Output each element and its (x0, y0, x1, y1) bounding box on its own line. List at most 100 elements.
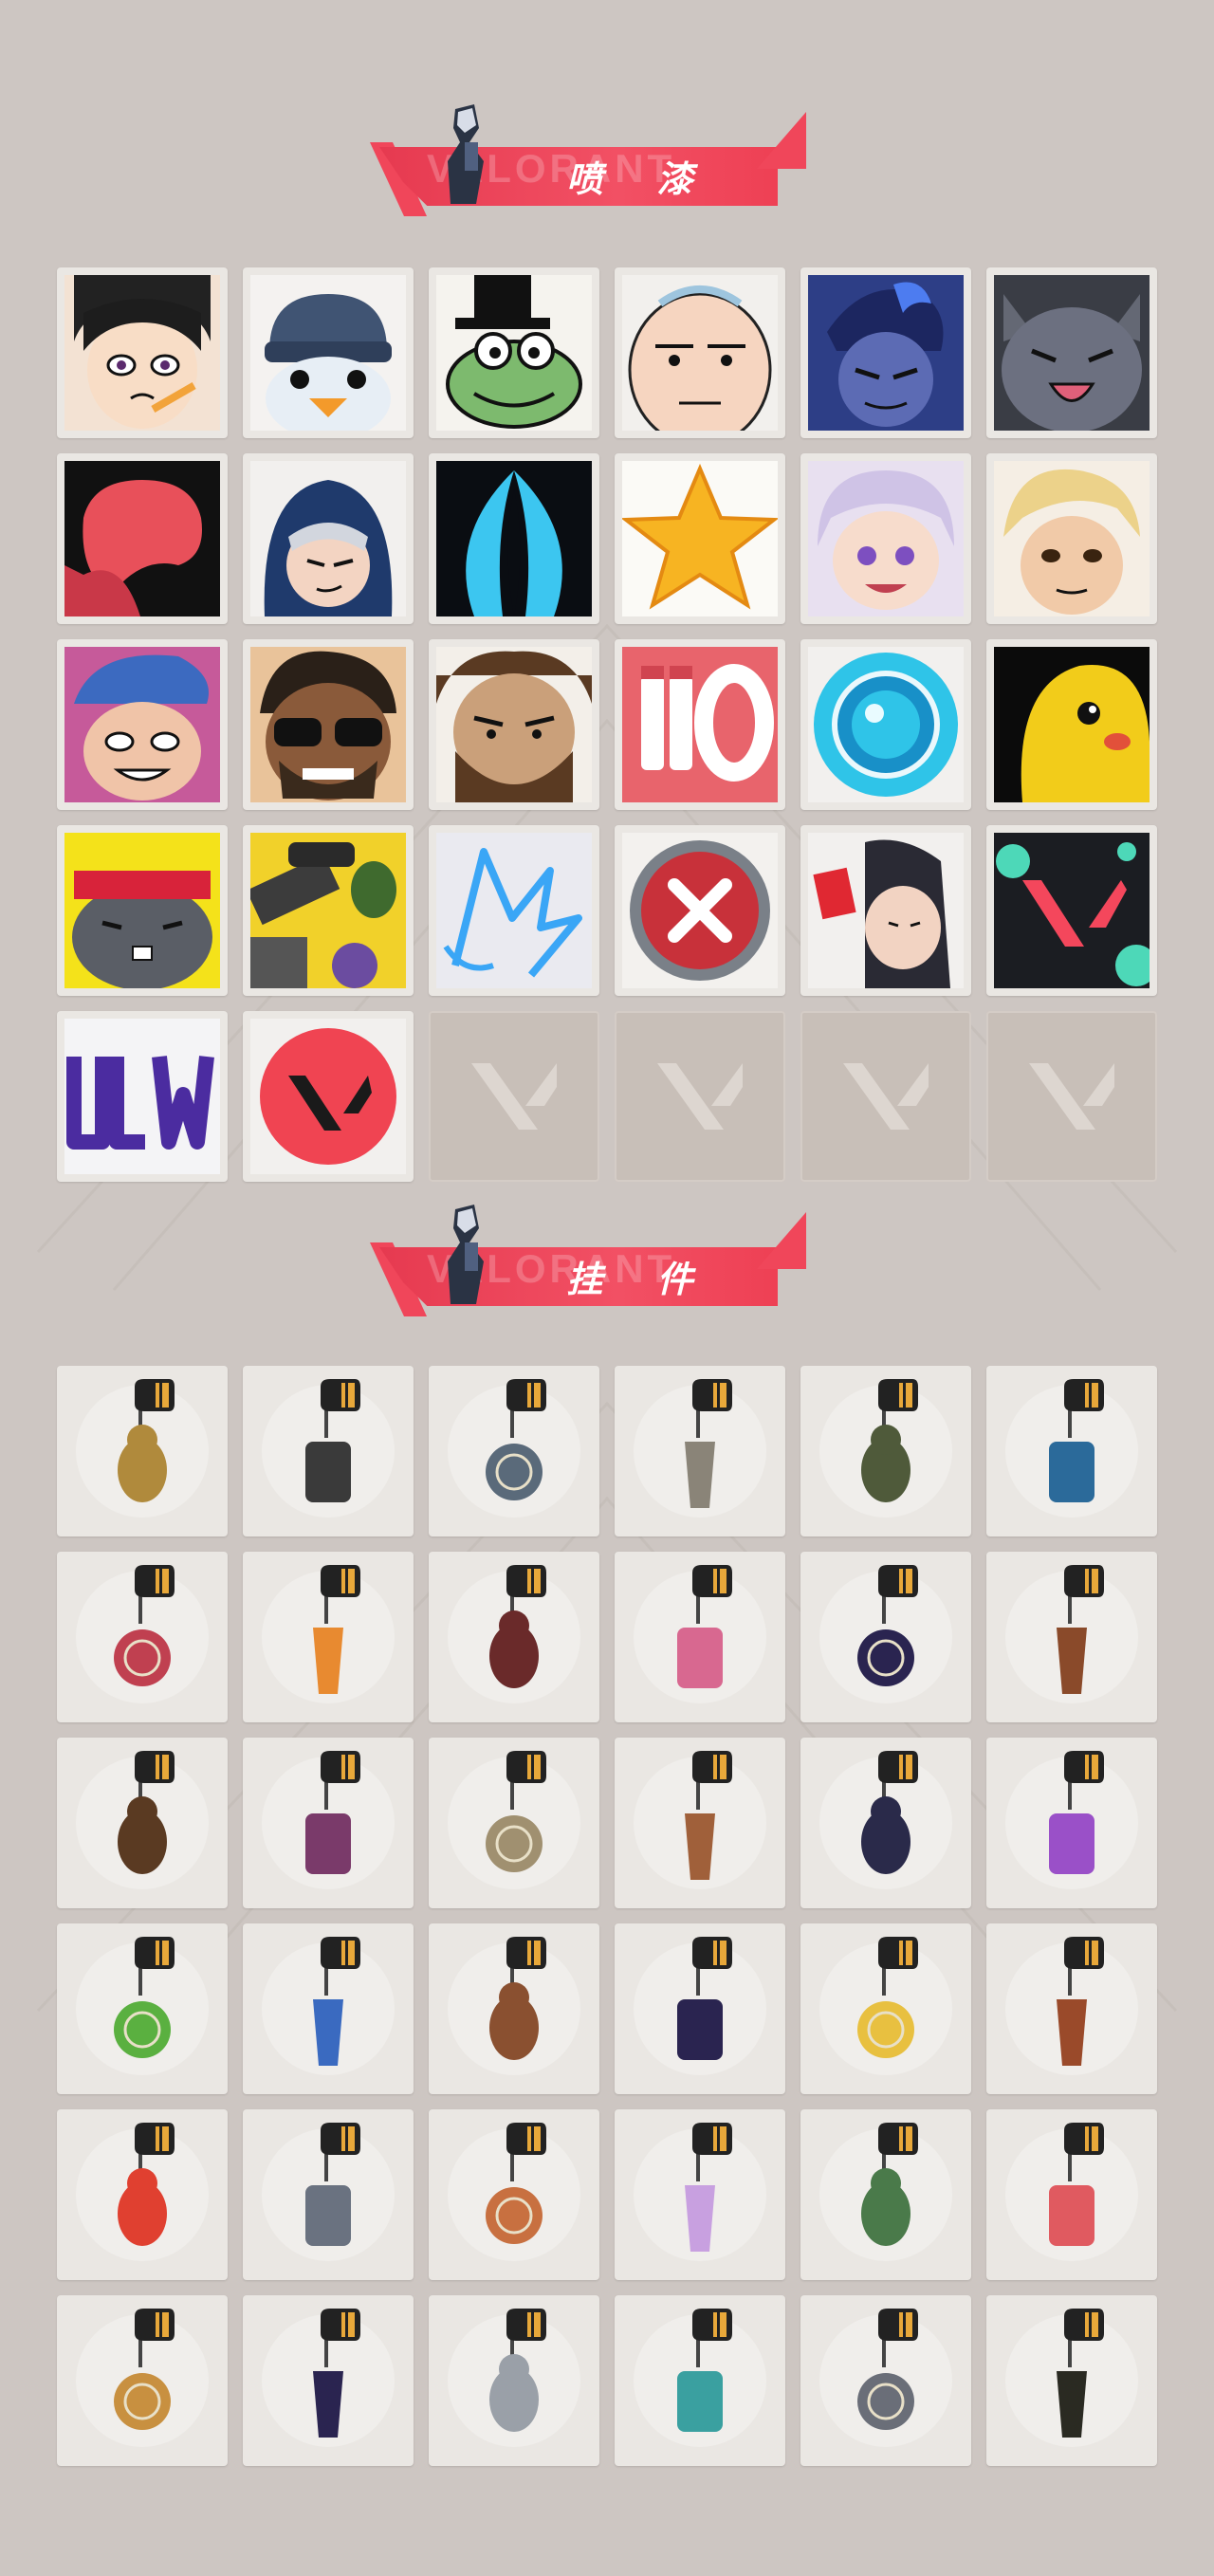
buddy-tile[interactable] (800, 1923, 971, 2094)
buddy-honey-pot-icon (114, 2309, 175, 2430)
buddy-radio-icon (489, 1937, 546, 2060)
buddy-tile[interactable] (615, 1738, 785, 1908)
spray-tile[interactable] (429, 639, 599, 810)
buddy-tile[interactable] (243, 2109, 414, 2280)
buddy-tile[interactable] (986, 2109, 1157, 2280)
buddy-tile[interactable] (57, 1552, 228, 1722)
buddy-tile[interactable] (615, 2295, 785, 2466)
buddy-grid (57, 1366, 1157, 2466)
buddy-gold-bear-icon (118, 1379, 175, 1502)
buddy-cupcake-icon (677, 1565, 732, 1688)
spray-neon-crown-icon (436, 833, 592, 988)
empty-spray-slot[interactable] (429, 1011, 599, 1182)
buddy-crystal-girl-icon (685, 2123, 732, 2252)
buddy-tile[interactable] (429, 1552, 599, 1722)
buddy-tile[interactable] (243, 1552, 414, 1722)
buddy-ufo-icon (677, 2309, 732, 2432)
buddy-tile[interactable] (243, 1923, 414, 2094)
spray-penguin-beanie-icon (250, 275, 406, 431)
spray-tile[interactable] (57, 453, 228, 624)
spray-red-card-agent-icon (808, 833, 964, 988)
spray-tile[interactable] (800, 825, 971, 996)
spray-tile[interactable] (615, 639, 785, 810)
buddy-fruit-skewer-icon (118, 2123, 175, 2246)
spray-blue-flame-icon (436, 461, 592, 616)
spray-tile[interactable] (615, 453, 785, 624)
spray-tile[interactable] (986, 825, 1157, 996)
spray-tile[interactable] (57, 639, 228, 810)
buddy-tile[interactable] (986, 1366, 1157, 1536)
buddy-tile[interactable] (57, 2295, 228, 2466)
valorant-logo-icon (471, 1063, 557, 1130)
buddy-tile[interactable] (429, 2295, 599, 2466)
spray-tile[interactable] (800, 453, 971, 624)
empty-spray-slot[interactable] (800, 1011, 971, 1182)
buddy-tile[interactable] (243, 1366, 414, 1536)
buddy-tile[interactable] (57, 1366, 228, 1536)
spray-tile[interactable] (243, 1011, 414, 1182)
spray-tile[interactable] (429, 453, 599, 624)
buddy-ink-figure-icon (861, 1751, 918, 1874)
buddy-spiked-sword-icon (114, 1565, 175, 1686)
spray-tile[interactable] (243, 267, 414, 438)
spray-tile[interactable] (243, 639, 414, 810)
buddy-tile[interactable] (615, 1923, 785, 2094)
buddy-cowboy-figure-icon (486, 1751, 546, 1872)
buddy-tile[interactable] (986, 2295, 1157, 2466)
spray-tile[interactable] (800, 639, 971, 810)
buddy-tile[interactable] (986, 1738, 1157, 1908)
buddy-tile[interactable] (57, 2109, 228, 2280)
agent-figure-icon (448, 1205, 484, 1304)
spray-bald-face-icon (622, 275, 778, 431)
buddy-tile[interactable] (243, 2295, 414, 2466)
section-title: 挂 件 (566, 1259, 714, 1300)
buddy-tile[interactable] (57, 1738, 228, 1908)
empty-spray-slot[interactable] (986, 1011, 1157, 1182)
empty-spray-slot[interactable] (615, 1011, 785, 1182)
spray-tile[interactable] (615, 825, 785, 996)
spray-tile[interactable] (615, 267, 785, 438)
buddy-tile[interactable] (429, 1923, 599, 2094)
spray-tile[interactable] (57, 1011, 228, 1182)
buddy-blue-can-icon (1049, 1379, 1104, 1502)
spray-tile[interactable] (57, 825, 228, 996)
buddy-tile[interactable] (800, 1738, 971, 1908)
buddy-tile[interactable] (800, 1366, 971, 1536)
spray-bandana-cat-icon (64, 833, 220, 988)
buddy-tile[interactable] (986, 1923, 1157, 2094)
valorant-logo-icon (1029, 1063, 1114, 1130)
spray-blue-orb-icon (808, 647, 964, 802)
buddy-tile[interactable] (243, 1738, 414, 1908)
spray-grid (57, 267, 1157, 1182)
spray-star-icon (622, 461, 778, 616)
spray-tile[interactable] (429, 825, 599, 996)
buddy-tile[interactable] (429, 1366, 599, 1536)
spray-tile[interactable] (986, 267, 1157, 438)
buddy-tile[interactable] (800, 2109, 971, 2280)
buddy-tile[interactable] (800, 2295, 971, 2466)
buddy-astronaut-icon (313, 1937, 360, 2066)
spray-tile[interactable] (429, 267, 599, 438)
spray-tile[interactable] (243, 825, 414, 996)
buddy-ep9-coin-2-icon (677, 1937, 732, 2060)
buddy-banana-icon (857, 1937, 918, 2058)
buddy-tile[interactable] (615, 2109, 785, 2280)
spray-tile[interactable] (243, 453, 414, 624)
buddy-tile[interactable] (57, 1923, 228, 2094)
spray-tile[interactable] (57, 267, 228, 438)
buddy-tile[interactable] (429, 1738, 599, 1908)
buddy-robot-box-icon (861, 2123, 918, 2246)
buddy-valorant-coin-icon (1057, 2309, 1104, 2438)
buddy-tile[interactable] (429, 2109, 599, 2280)
buddy-ep9-coin-3-icon (313, 2309, 360, 2438)
buddy-tile[interactable] (615, 1366, 785, 1536)
spray-tile[interactable] (986, 639, 1157, 810)
spray-sunglasses-agent-icon (250, 647, 406, 802)
spray-tile[interactable] (800, 267, 971, 438)
spray-tile[interactable] (986, 453, 1157, 624)
buddy-tile[interactable] (986, 1552, 1157, 1722)
spray-girl-pencil-icon (64, 275, 220, 431)
buddy-tile[interactable] (800, 1552, 971, 1722)
buddy-tile[interactable] (615, 1552, 785, 1722)
buddy-section-header: VALORANT 挂 件 (370, 1205, 844, 1328)
